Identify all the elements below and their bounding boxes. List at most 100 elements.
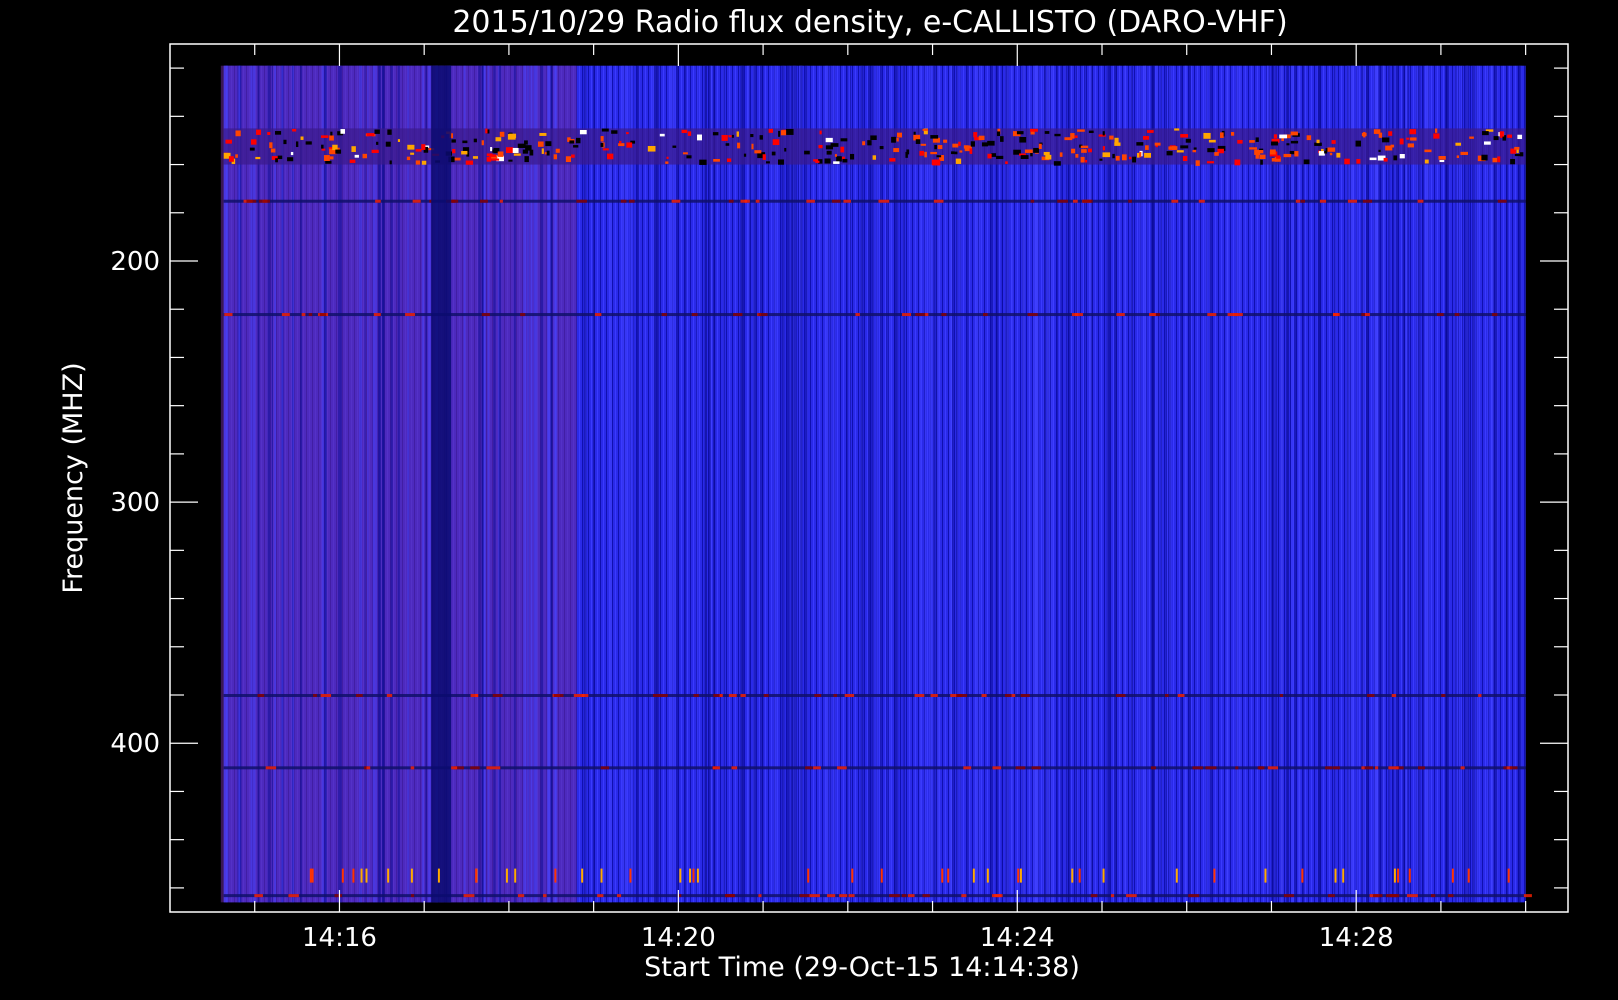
- line-pixel: [827, 894, 836, 898]
- interference-pixel: [1249, 147, 1258, 150]
- interference-pixel: [524, 156, 529, 163]
- interference-pixel: [1324, 150, 1328, 154]
- texture-streak: [1302, 65, 1305, 903]
- interference-pixel: [1439, 160, 1445, 163]
- interference-pixel: [736, 131, 739, 137]
- texture-streak: [223, 65, 226, 903]
- texture-streak: [1378, 65, 1381, 903]
- texture-streak: [975, 65, 979, 903]
- interference-pixel: [1378, 149, 1381, 152]
- line-pixel: [334, 894, 343, 898]
- interference-pixel: [1499, 131, 1504, 137]
- line-pixel: [1333, 313, 1339, 317]
- interference-pixel: [619, 140, 622, 144]
- interference-pixel: [1208, 139, 1216, 143]
- texture-streak: [1457, 65, 1459, 903]
- interference-pixel: [495, 137, 502, 142]
- line-pixel: [733, 313, 743, 317]
- interference-pixel: [936, 155, 942, 158]
- texture-streak: [867, 65, 871, 903]
- texture-streak: [1167, 65, 1170, 903]
- line-pixel: [1258, 766, 1265, 770]
- texture-streak: [871, 65, 874, 903]
- spectrogram-features: [220, 65, 1532, 903]
- line-pixel: [320, 694, 332, 697]
- line-pixel: [839, 894, 848, 898]
- interference-pixel: [963, 145, 969, 149]
- interference-pixel: [329, 135, 334, 141]
- interference-pixel: [1087, 148, 1092, 153]
- interference-pixel: [1075, 153, 1079, 158]
- interference-pixel: [366, 133, 375, 137]
- texture-streak: [381, 65, 384, 903]
- interference-pixel: [374, 129, 380, 134]
- interference-pixel: [1481, 154, 1488, 161]
- burst-spike: [311, 868, 314, 883]
- interference-pixel: [836, 156, 842, 162]
- spectrogram-chart: 2015/10/29 Radio flux density, e-CALLIST…: [58, 5, 1569, 983]
- interference-pixel: [290, 151, 294, 156]
- interference-pixel: [784, 147, 787, 152]
- interference-pixel: [952, 143, 959, 148]
- line-pixel: [288, 894, 299, 898]
- interference-pixel: [295, 141, 299, 148]
- interference-pixel: [269, 142, 273, 149]
- interference-pixel: [1000, 136, 1004, 142]
- interference-pixel: [681, 129, 688, 133]
- interference-pixel: [600, 136, 604, 142]
- interference-pixel: [825, 137, 833, 143]
- interference-pixel: [1260, 159, 1263, 165]
- texture-streak: [1084, 65, 1086, 903]
- interference-pixel: [712, 132, 719, 136]
- interference-pixel: [1369, 157, 1377, 161]
- interference-pixel: [626, 132, 629, 135]
- line-pixel: [1375, 766, 1379, 770]
- texture-streak: [1165, 65, 1168, 903]
- texture-streak: [583, 65, 587, 903]
- line-pixel: [901, 894, 907, 898]
- interference-pixel: [1168, 146, 1176, 150]
- interference-pixel: [897, 132, 903, 138]
- burst-spike: [1017, 868, 1020, 883]
- interference-pixel: [959, 150, 963, 153]
- interference-pixel: [987, 153, 992, 159]
- texture-streak: [267, 65, 271, 903]
- interference-pixel: [819, 130, 822, 135]
- interference-pixel: [1424, 159, 1429, 164]
- texture-streak: [1494, 65, 1498, 903]
- texture-streak: [696, 65, 698, 903]
- interference-pixel: [1146, 130, 1154, 133]
- interference-pixel: [1112, 153, 1115, 159]
- interference-pixel: [1182, 155, 1188, 162]
- line-pixel: [814, 694, 822, 697]
- interference-pixel: [472, 156, 479, 159]
- line-pixel: [1115, 694, 1126, 697]
- burst-spike: [941, 868, 944, 883]
- interference-pixel: [1174, 128, 1180, 131]
- texture-streak: [1388, 65, 1391, 903]
- interference-pixel: [849, 153, 855, 160]
- texture-streak: [936, 65, 940, 903]
- interference-pixel: [600, 143, 604, 147]
- texture-streak: [487, 65, 490, 903]
- interference-pixel: [1145, 145, 1149, 150]
- interference-pixel: [840, 146, 845, 153]
- line-pixel: [933, 199, 944, 203]
- line-pixel: [1151, 766, 1156, 770]
- texture-streak: [1091, 65, 1093, 903]
- interference-pixel: [565, 156, 571, 163]
- texture-streak: [849, 65, 851, 903]
- texture-streak: [800, 65, 803, 903]
- interference-pixel: [1237, 139, 1243, 144]
- texture-streak: [1490, 65, 1494, 903]
- x-axis-label: Start Time (29-Oct-15 14:14:38): [644, 952, 1080, 983]
- interference-pixel: [371, 149, 379, 153]
- texture-streak: [513, 65, 516, 903]
- texture-streak: [1395, 65, 1399, 903]
- interference-pixel: [955, 158, 962, 164]
- interference-pixel: [1077, 129, 1085, 132]
- line-pixel: [1325, 766, 1333, 770]
- line-pixel: [224, 313, 233, 317]
- texture-streak: [1290, 65, 1294, 903]
- interference-pixel: [376, 141, 379, 145]
